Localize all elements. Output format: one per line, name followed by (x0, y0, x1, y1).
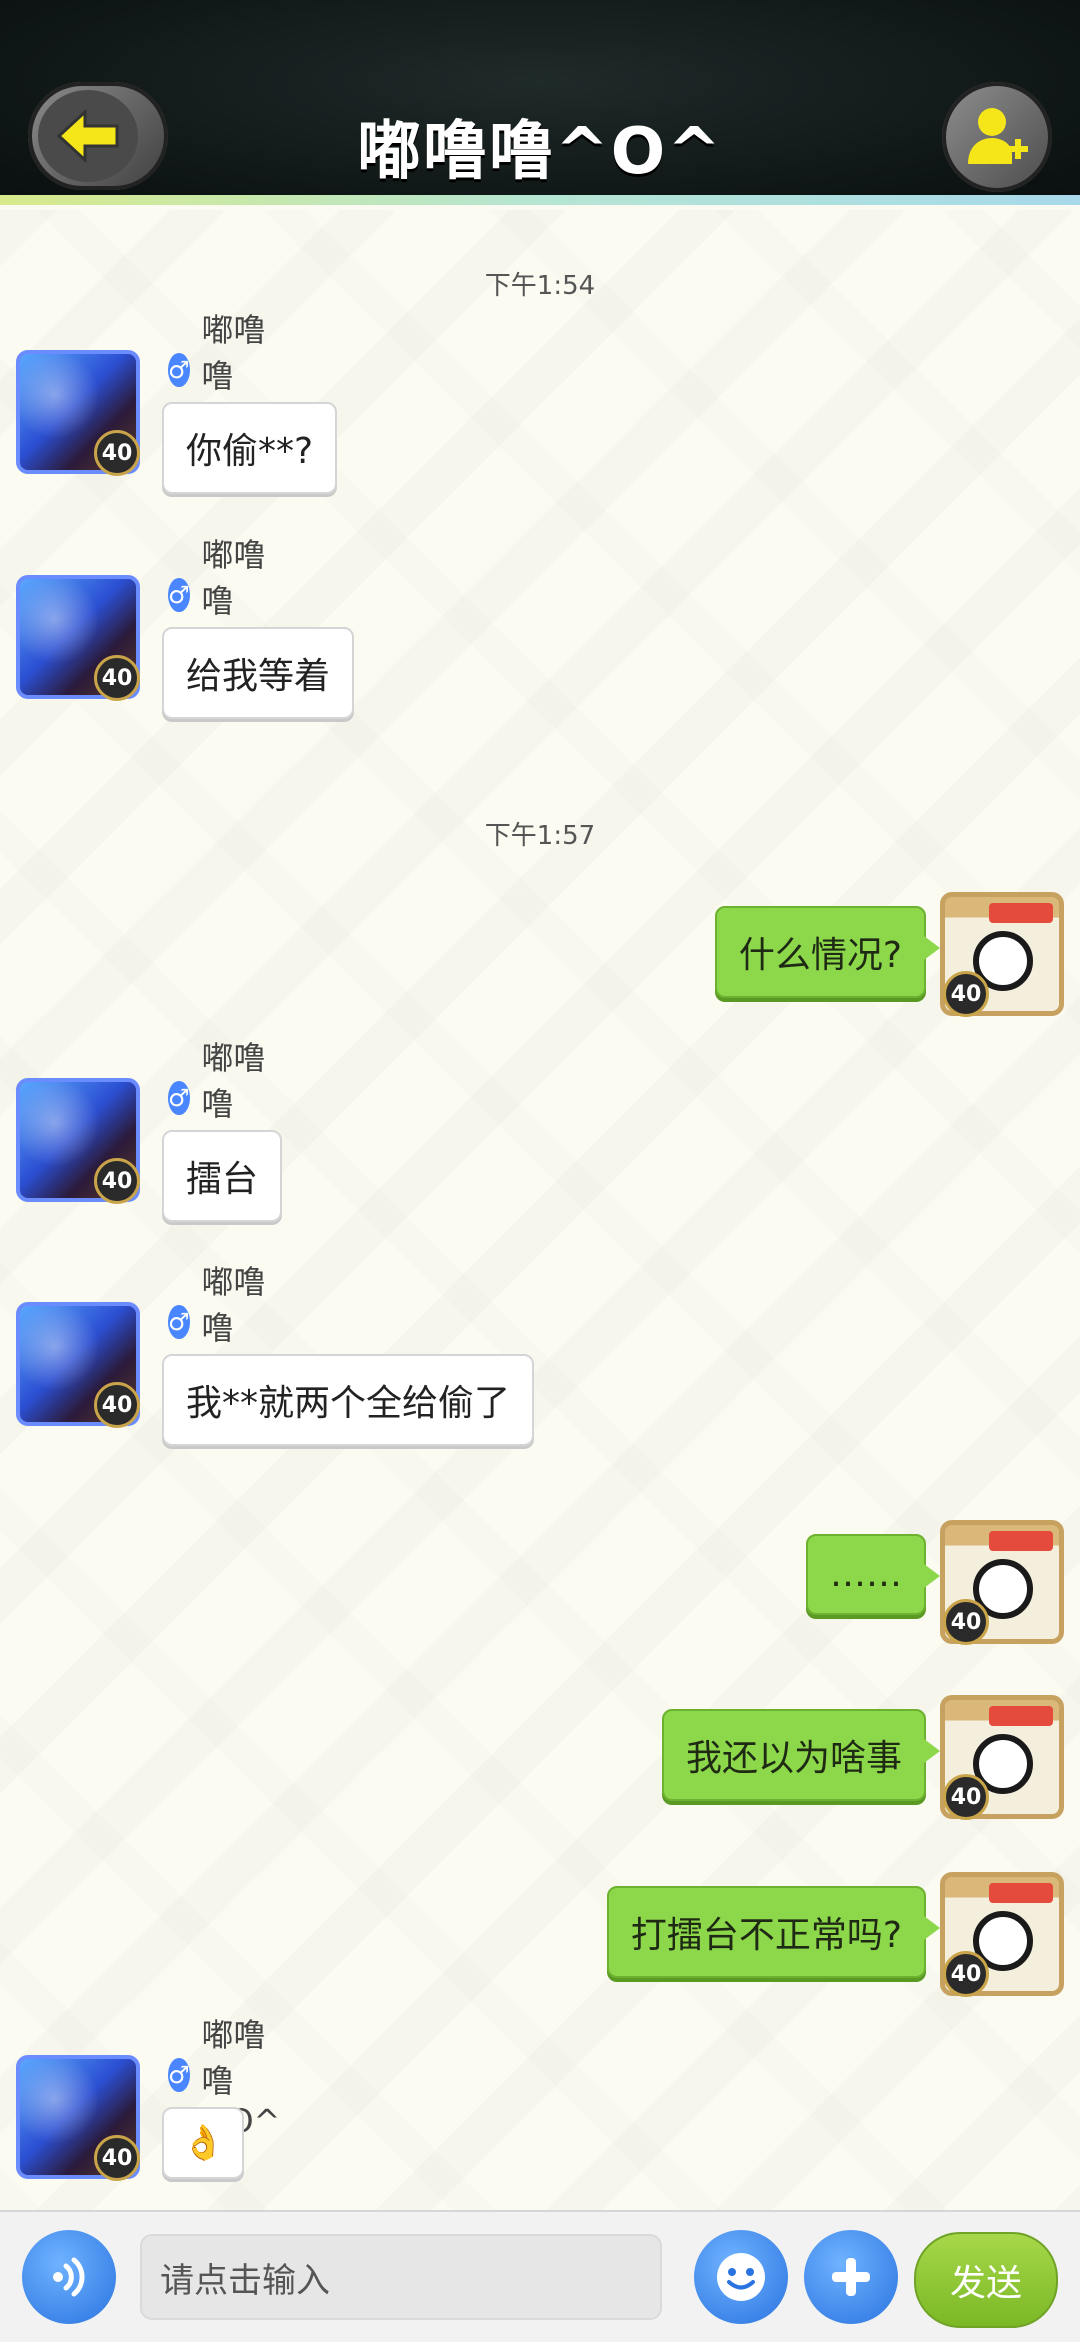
message-row-right: 什么情况? 40 (672, 892, 1064, 1022)
level-badge: 40 (94, 2135, 140, 2181)
level-badge: 40 (943, 1774, 989, 1820)
emoji-button[interactable] (694, 2230, 788, 2324)
plus-button[interactable] (804, 2230, 898, 2324)
message-bubble[interactable]: 什么情况? (714, 906, 941, 998)
male-icon: ♂ (168, 1081, 190, 1115)
avatar-banner (989, 903, 1053, 923)
friend-avatar[interactable]: 40 (16, 1078, 140, 1204)
message-bubble[interactable]: 打擂台不正常吗? (606, 1886, 941, 1978)
sender-row: ♂ 嘟噜噜^O^ (168, 311, 293, 435)
message-bubble[interactable]: 给我等着 (162, 627, 355, 719)
level-badge: 40 (943, 971, 989, 1017)
plus-icon (832, 2258, 870, 2296)
message-input[interactable]: 请点击输入 (140, 2234, 662, 2320)
sender-row: ♂ 嘟噜噜^O^ (168, 1263, 293, 1387)
level-badge: 40 (94, 1382, 140, 1428)
level-badge: 40 (94, 655, 140, 701)
male-icon: ♂ (168, 578, 190, 612)
level-badge: 40 (94, 1158, 140, 1204)
emoji-icon (717, 2253, 765, 2301)
message-row-right: 打擂台不正常吗? 40 (540, 1872, 1064, 2002)
friend-avatar[interactable]: 40 (16, 575, 140, 701)
input-bar: 请点击输入 发送 (0, 2210, 1080, 2342)
message-bubble[interactable]: 我**就两个全给偷了 (162, 1354, 535, 1446)
timestamp: 下午1:54 (484, 271, 596, 301)
avatar-banner (989, 1531, 1053, 1551)
sender-row: ♂ 嘟噜噜^O^ (168, 1039, 293, 1163)
message-bubble[interactable]: 我还以为啥事 (661, 1709, 941, 1801)
message-bubble[interactable]: 擂台 (162, 1130, 283, 1222)
message-row-right: 我还以为啥事 40 (600, 1695, 1064, 1825)
avatar-banner (989, 1706, 1053, 1726)
voice-icon (53, 2257, 85, 2297)
male-icon: ♂ (168, 353, 190, 387)
chat-title: 嘟噜噜^O^ (357, 115, 723, 189)
voice-button[interactable] (22, 2230, 116, 2324)
self-avatar[interactable]: 40 (940, 1872, 1064, 1997)
friend-avatar[interactable]: 40 (16, 2055, 140, 2181)
level-badge: 40 (943, 1599, 989, 1645)
message-bubble[interactable]: …… (806, 1534, 940, 1615)
top-bar: 嘟噜噜^O^ (0, 0, 1080, 205)
send-button[interactable]: 发送 (914, 2232, 1058, 2328)
male-icon: ♂ (168, 2058, 190, 2092)
sender-row: ♂ 嘟噜噜^O^ (168, 2016, 293, 2140)
add-friend-button[interactable] (942, 82, 1052, 192)
timestamp: 下午1:57 (484, 821, 596, 851)
friend-avatar[interactable]: 40 (16, 350, 140, 476)
add-friend-icon (968, 108, 1028, 164)
message-row-right: …… 40 (672, 1520, 1064, 1650)
self-avatar[interactable]: 40 (940, 1520, 1064, 1645)
sender-row: ♂ 嘟噜噜^O^ (168, 536, 293, 660)
self-avatar[interactable]: 40 (940, 892, 1064, 1017)
self-avatar[interactable]: 40 (940, 1695, 1064, 1820)
male-icon: ♂ (168, 1305, 190, 1339)
message-bubble[interactable]: 你偷**? (162, 402, 338, 494)
friend-avatar[interactable]: 40 (16, 1302, 140, 1428)
avatar-banner (989, 1883, 1053, 1903)
level-badge: 40 (94, 430, 140, 476)
message-bubble[interactable]: 👌 (162, 2107, 245, 2179)
level-badge: 40 (943, 1951, 989, 1997)
